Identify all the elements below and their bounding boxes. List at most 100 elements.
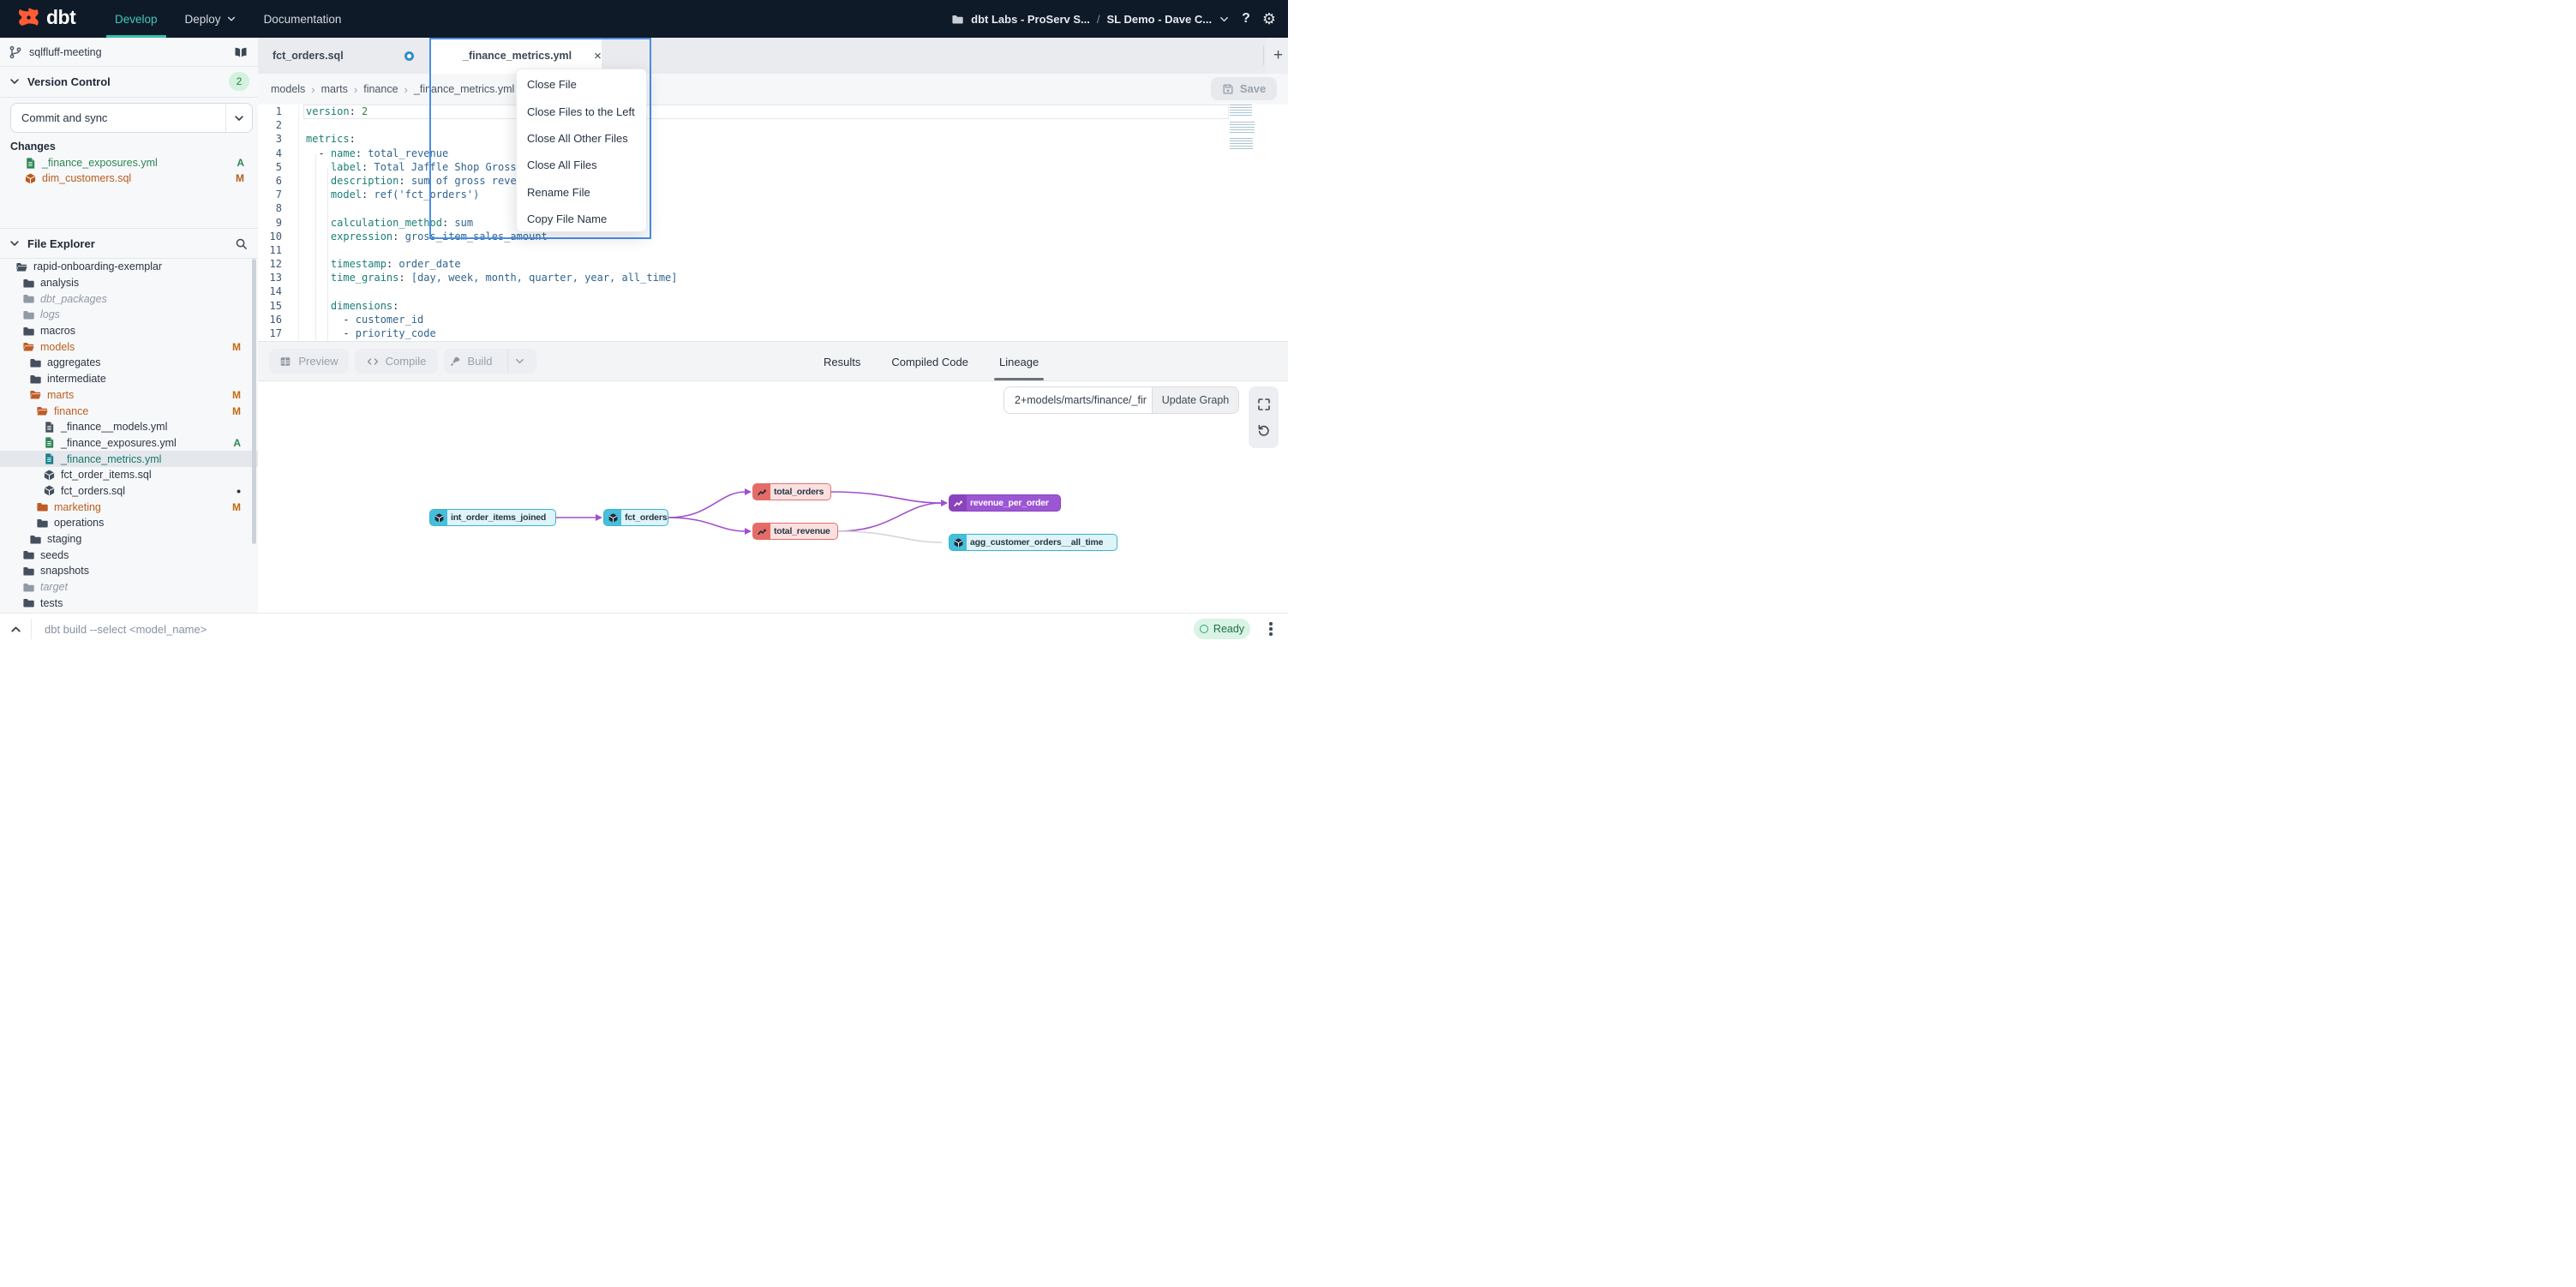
tree-item-tests[interactable]: tests bbox=[0, 595, 258, 611]
sidebar-scrollbar[interactable] bbox=[252, 259, 256, 544]
editor-minimap[interactable] bbox=[1230, 105, 1255, 150]
branch-row[interactable]: sqlfluff-meeting bbox=[0, 38, 258, 66]
help-button[interactable]: ? bbox=[1238, 11, 1254, 27]
code-line-10[interactable]: 10 expression: gross_item_sales_amount bbox=[258, 230, 1288, 243]
tree-item-macros[interactable]: macros bbox=[0, 323, 258, 339]
account-switcher[interactable]: dbt Labs - ProServ S... / SL Demo - Dave… bbox=[951, 13, 1230, 26]
unsaved-dot-icon bbox=[404, 51, 414, 61]
tree-item-analysis[interactable]: analysis bbox=[0, 275, 258, 291]
lineage-node-agg_customer_orders__all_time[interactable]: agg_customer_orders__all_time bbox=[949, 534, 1117, 551]
code-editor[interactable]: 1version: 223metrics:4 - name: total_rev… bbox=[258, 105, 1288, 341]
fullscreen-icon[interactable] bbox=[1257, 398, 1271, 411]
save-button[interactable]: Save bbox=[1211, 77, 1277, 100]
close-tab-icon[interactable]: × bbox=[594, 49, 602, 63]
breadcrumb-item[interactable]: models bbox=[271, 83, 305, 95]
tree-item-rapid-onboarding-exemplar[interactable]: rapid-onboarding-exemplar bbox=[0, 259, 258, 275]
commit-and-sync-button[interactable]: Commit and sync bbox=[10, 103, 253, 133]
cube-icon bbox=[43, 484, 56, 497]
tree-item--finance-exposures-yml[interactable]: _finance_exposures.ymlA bbox=[0, 435, 258, 452]
context-menu-item-close-all-files[interactable]: Close All Files bbox=[517, 152, 646, 178]
context-menu-item-close-all-other-files[interactable]: Close All Other Files bbox=[517, 125, 646, 152]
code-line-17[interactable]: 17 - priority_code bbox=[258, 326, 1288, 340]
code-line-5[interactable]: 5 label: Total Jaffle Shop Gross Re bbox=[258, 160, 1288, 174]
tree-item-target[interactable]: target bbox=[0, 579, 258, 596]
new-tab-button[interactable]: + bbox=[1266, 38, 1288, 74]
reset-view-icon[interactable] bbox=[1257, 423, 1271, 437]
tree-item-staging[interactable]: staging bbox=[0, 531, 258, 548]
nav-item-develop[interactable]: Develop bbox=[101, 0, 171, 38]
git-status-badge: • bbox=[237, 484, 241, 498]
search-icon[interactable] bbox=[235, 237, 248, 250]
gear-icon[interactable]: ⚙ bbox=[1262, 10, 1276, 28]
tree-item-fct-orders-sql[interactable]: fct_orders.sql• bbox=[0, 483, 258, 500]
code-line-13[interactable]: 13 time_grains: [day, week, month, quart… bbox=[258, 271, 1288, 284]
preview-button[interactable]: Preview bbox=[269, 349, 349, 374]
code-line-7[interactable]: 7 model: ref('fct_orders') bbox=[258, 188, 1288, 201]
code-line-2[interactable]: 2 bbox=[258, 118, 1288, 132]
lineage-node-total_revenue[interactable]: total_revenue bbox=[752, 523, 838, 540]
nav-item-deploy[interactable]: Deploy bbox=[171, 0, 250, 38]
build-button[interactable]: Build bbox=[444, 349, 536, 374]
lineage-filter-input[interactable] bbox=[1003, 386, 1152, 414]
lineage-node-total_orders[interactable]: total_orders bbox=[752, 483, 831, 500]
tree-item-seeds[interactable]: seeds bbox=[0, 547, 258, 563]
lineage-canvas[interactable]: int_order_items_joined fct_orders total_or… bbox=[258, 381, 1288, 613]
build-options-toggle[interactable] bbox=[507, 349, 531, 374]
tab-fct-orders-sql[interactable]: fct_orders.sql bbox=[258, 38, 429, 74]
bottom-action-panel: PreviewCompileBuild Results Compiled Code… bbox=[258, 341, 1288, 381]
chart-icon bbox=[950, 495, 967, 511]
dbt-command-input[interactable] bbox=[32, 622, 1194, 637]
tree-item-marketing[interactable]: marketingM bbox=[0, 499, 258, 515]
context-menu-item-rename-file[interactable]: Rename File bbox=[517, 179, 646, 206]
tree-item-snapshots[interactable]: snapshots bbox=[0, 563, 258, 579]
chevron-up-icon[interactable] bbox=[0, 614, 31, 644]
cube-icon bbox=[430, 510, 447, 525]
tree-item-marts[interactable]: martsM bbox=[0, 387, 258, 404]
code-line-3[interactable]: 3metrics: bbox=[258, 132, 1288, 146]
tree-item-models[interactable]: modelsM bbox=[0, 338, 258, 355]
panel-tab-compiled-code[interactable]: Compiled Code bbox=[891, 342, 968, 381]
code-line-15[interactable]: 15 dimensions: bbox=[258, 299, 1288, 313]
tree-item-finance[interactable]: financeM bbox=[0, 403, 258, 419]
code-line-14[interactable]: 14 bbox=[258, 284, 1288, 298]
lineage-node-revenue_per_order[interactable]: revenue_per_order bbox=[949, 494, 1061, 512]
code-line-1[interactable]: 1version: 2 bbox=[258, 105, 1288, 118]
update-graph-button[interactable]: Update Graph bbox=[1152, 386, 1239, 414]
tree-item-aggregates[interactable]: aggregates bbox=[0, 355, 258, 371]
docs-book-icon[interactable] bbox=[234, 45, 248, 59]
code-line-9[interactable]: 9 calculation_method: sum bbox=[258, 216, 1288, 230]
dbt-logo[interactable]: dbt bbox=[17, 6, 75, 29]
code-line-4[interactable]: 4 - name: total_revenue bbox=[258, 147, 1288, 160]
change-item[interactable]: _finance_exposures.ymlA bbox=[0, 155, 258, 171]
code-line-12[interactable]: 12 timestamp: order_date bbox=[258, 257, 1288, 271]
code-line-11[interactable]: 11 bbox=[258, 243, 1288, 257]
tree-item-intermediate[interactable]: intermediate bbox=[0, 371, 258, 387]
code-line-16[interactable]: 16 - customer_id bbox=[258, 313, 1288, 326]
tree-item--finance-models-yml[interactable]: _finance__models.yml bbox=[0, 419, 258, 435]
panel-tab-lineage[interactable]: Lineage bbox=[999, 342, 1039, 381]
version-control-header[interactable]: Version Control 2 bbox=[0, 66, 258, 97]
tree-item-fct-order-items-sql[interactable]: fct_order_items.sql bbox=[0, 467, 258, 483]
lineage-node-fct_orders[interactable]: fct_orders bbox=[603, 509, 668, 526]
nav-item-documentation[interactable]: Documentation bbox=[250, 0, 356, 38]
breadcrumb-item[interactable]: finance bbox=[363, 83, 398, 95]
breadcrumb-item[interactable]: marts bbox=[321, 83, 348, 95]
context-menu-item-close-file[interactable]: Close File bbox=[517, 71, 646, 98]
commit-options-toggle[interactable] bbox=[225, 104, 252, 132]
change-item[interactable]: dim_customers.sqlM bbox=[0, 171, 258, 186]
tree-item-operations[interactable]: operations bbox=[0, 515, 258, 531]
lineage-node-int_order_items_joined[interactable]: int_order_items_joined bbox=[429, 509, 556, 526]
context-menu-item-copy-file-name[interactable]: Copy File Name bbox=[517, 206, 646, 232]
tree-item-logs[interactable]: logs bbox=[0, 307, 258, 323]
context-menu-item-close-files-to-the-left[interactable]: Close Files to the Left bbox=[517, 98, 646, 124]
tree-item-dbt-packages[interactable]: dbt_packages bbox=[0, 290, 258, 307]
file-explorer-header[interactable]: File Explorer bbox=[0, 228, 258, 259]
breadcrumb-item[interactable]: _finance_metrics.yml bbox=[414, 83, 514, 95]
kebab-menu-icon[interactable] bbox=[1262, 619, 1279, 639]
tree-item--finance-metrics-yml[interactable]: _finance_metrics.yml bbox=[0, 451, 258, 467]
code-line-8[interactable]: 8 bbox=[258, 201, 1288, 215]
compile-button[interactable]: Compile bbox=[355, 349, 438, 374]
panel-tab-results[interactable]: Results bbox=[824, 342, 860, 381]
code-line-6[interactable]: 6 description: sum of gross revenue bbox=[258, 174, 1288, 188]
command-bar: Ready bbox=[0, 613, 1288, 644]
